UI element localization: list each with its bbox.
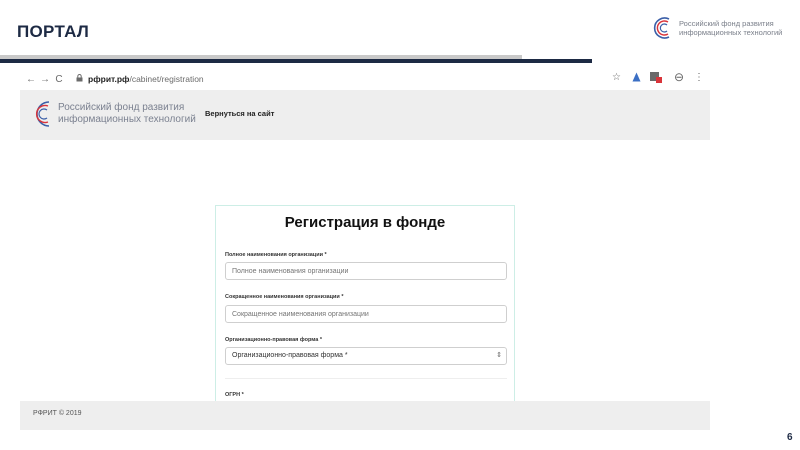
- ogrn-label: ОГРН *: [225, 392, 244, 398]
- browser-window: ← → C рфрит.рф/cabinet/registration ☆ ⊖ …: [20, 68, 710, 430]
- form-title: Регистрация в фонде: [284, 214, 446, 231]
- back-icon[interactable]: ←: [24, 74, 38, 85]
- rfrit-site-logo-icon: [35, 101, 50, 127]
- registration-card: Регистрация в фонде Полное наименования …: [215, 205, 515, 415]
- footer-copyright: РФРИТ © 2019: [33, 410, 82, 417]
- top-logo-line2: информационных технологий: [679, 28, 783, 37]
- profile-icon[interactable]: ⊖: [674, 70, 684, 84]
- select-arrow-icon: ⇕: [496, 352, 502, 359]
- header-bar-navy: [0, 59, 592, 63]
- extension-badge-icon[interactable]: [650, 72, 662, 86]
- url-domain: рфрит.рф: [88, 74, 130, 84]
- site-logo[interactable]: Российский фонд развития информационных …: [32, 98, 196, 130]
- top-logo: Российский фонд развития информационных …: [651, 12, 791, 44]
- full-name-input[interactable]: [225, 262, 507, 280]
- page-number: 6: [787, 432, 793, 443]
- lock-icon: [76, 74, 83, 84]
- site-logo-line2: информационных технологий: [58, 114, 196, 125]
- form-divider: [225, 378, 507, 379]
- extension-icon[interactable]: [632, 72, 641, 85]
- slide-title: ПОРТАЛ: [17, 22, 90, 41]
- back-to-site-link[interactable]: Вернуться на сайт: [205, 109, 274, 118]
- top-logo-line1: Российский фонд развития: [679, 19, 774, 28]
- reload-icon[interactable]: C: [52, 74, 66, 85]
- address-bar: ← → C рфрит.рф/cabinet/registration ☆ ⊖ …: [20, 68, 710, 90]
- short-name-input[interactable]: [225, 305, 507, 323]
- url-field[interactable]: рфрит.рф/cabinet/registration: [88, 74, 204, 84]
- legal-form-label: Организационно-правовая форма *: [225, 337, 322, 343]
- menu-icon[interactable]: ⋮: [694, 72, 704, 83]
- site-footer: РФРИТ © 2019: [20, 401, 710, 430]
- url-path: /cabinet/registration: [129, 74, 204, 84]
- site-logo-line1: Российский фонд развития: [58, 102, 185, 113]
- star-icon[interactable]: ☆: [612, 72, 621, 83]
- legal-form-selected-value: Организационно-правовая форма *: [232, 352, 348, 359]
- full-name-label: Полное наименования организации *: [225, 252, 327, 258]
- legal-form-select[interactable]: Организационно-правовая форма * ⇕: [225, 347, 507, 365]
- rfrit-logo-icon: [653, 17, 670, 39]
- short-name-label: Сокращенное наименования организации *: [225, 294, 344, 300]
- forward-icon[interactable]: →: [38, 74, 52, 85]
- site-header: Российский фонд развития информационных …: [20, 90, 710, 140]
